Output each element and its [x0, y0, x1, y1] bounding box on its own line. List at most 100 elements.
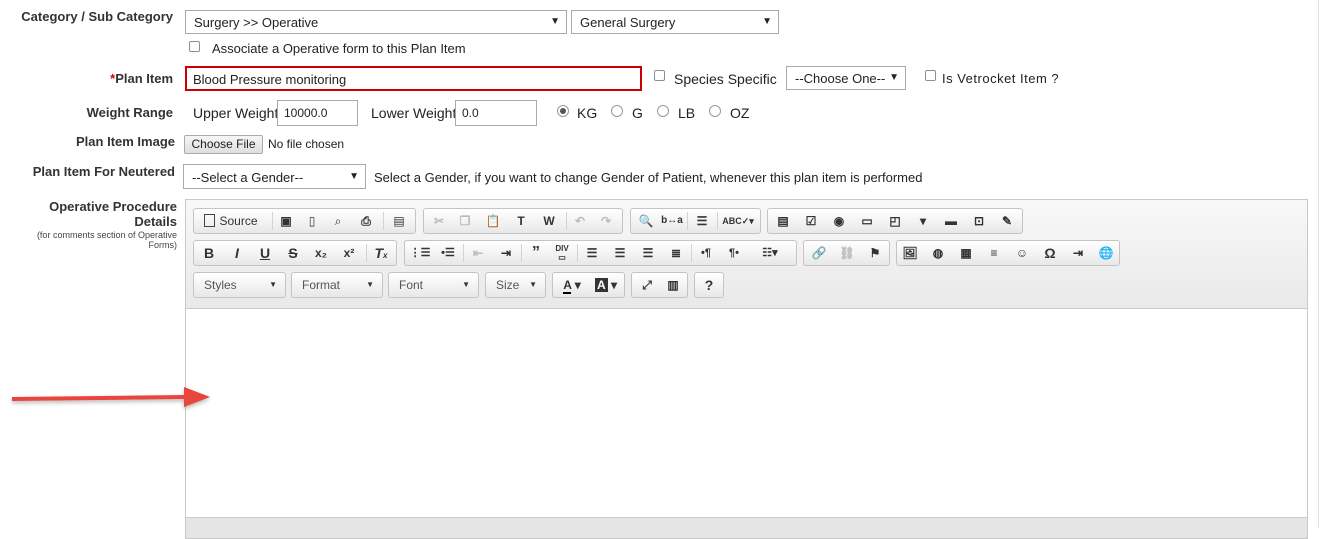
align-justify-icon[interactable]: ≣	[665, 244, 687, 262]
hidden-field-icon[interactable]: ✎	[996, 212, 1018, 230]
horizontal-line-icon[interactable]: ≡	[983, 244, 1005, 262]
vetrocket-label: Is Vetrocket Item ?	[942, 71, 1060, 86]
plan-item-input[interactable]: Blood Pressure monitoring	[185, 66, 642, 91]
replace-icon[interactable]: b↔a	[661, 212, 683, 230]
plan-item-image-label: Plan Item Image	[76, 134, 175, 149]
checkbox-icon[interactable]: ☑	[800, 212, 822, 230]
remove-format-icon[interactable]: Tx	[370, 244, 392, 262]
styles-dropdown[interactable]: Styles ▼	[193, 272, 286, 298]
ltr-icon[interactable]: •¶	[695, 244, 717, 262]
procedure-label-line2: Details	[134, 214, 177, 229]
italic-icon[interactable]: I	[226, 244, 248, 262]
toolbar-group-tools: ⤢ ▥	[631, 272, 688, 298]
button-field-icon[interactable]: ▬	[940, 212, 962, 230]
unlink-icon[interactable]: ⛓	[836, 244, 858, 262]
superscript-icon[interactable]: x²	[338, 244, 360, 262]
align-right-icon[interactable]: ☰	[637, 244, 659, 262]
language-icon[interactable]: ☷▾	[751, 244, 789, 262]
image-button-icon[interactable]: ⊡	[968, 212, 990, 230]
upper-weight-input[interactable]: 10000.0	[277, 100, 358, 126]
toolbar-separator	[463, 244, 464, 262]
red-arrow-annotation	[12, 387, 210, 407]
chevron-down-icon: ▼	[349, 171, 359, 182]
align-left-icon[interactable]: ☰	[581, 244, 603, 262]
format-dropdown[interactable]: Format ▼	[291, 272, 383, 298]
lower-weight-label: Lower Weight	[371, 105, 457, 121]
associate-checkbox[interactable]	[189, 41, 200, 52]
link-icon[interactable]: 🔗	[808, 244, 830, 262]
source-button[interactable]: Source	[196, 212, 266, 230]
unit-label-lb: LB	[678, 105, 696, 121]
templates-icon[interactable]: ▤	[388, 212, 410, 230]
paste-icon[interactable]: 📋	[482, 212, 504, 230]
choose-file-button[interactable]: Choose File	[184, 135, 263, 154]
underline-icon[interactable]: U	[254, 244, 276, 262]
find-icon[interactable]: 🔍	[635, 212, 657, 230]
species-specific-checkbox[interactable]	[654, 70, 665, 81]
bold-icon[interactable]: B	[198, 244, 220, 262]
align-center-icon[interactable]: ☰	[609, 244, 631, 262]
undo-icon[interactable]: ↶	[569, 212, 591, 230]
gender-select[interactable]: --Select a Gender-- ▼	[183, 164, 366, 189]
indent-icon[interactable]: ⇥	[495, 244, 517, 262]
paste-word-icon[interactable]: W	[538, 212, 560, 230]
editor-content-area[interactable]	[186, 309, 1307, 519]
table-icon[interactable]: ▦	[955, 244, 977, 262]
page-break-icon[interactable]: ⇥	[1067, 244, 1089, 262]
species-select-value: --Choose One--	[795, 71, 886, 86]
unit-radio-oz[interactable]	[709, 105, 721, 117]
print-icon[interactable]: ⎙	[355, 212, 377, 230]
background-color-icon[interactable]: A ▾	[591, 276, 621, 294]
size-dropdown[interactable]: Size ▼	[485, 272, 546, 298]
redo-icon[interactable]: ↷	[595, 212, 617, 230]
toolbar-group-about: ?	[694, 272, 724, 298]
toolbar-separator	[521, 244, 522, 262]
procedure-label: Operative Procedure Details	[10, 199, 177, 229]
help-icon[interactable]: ?	[698, 276, 720, 294]
chevron-down-icon: ▼	[550, 16, 560, 27]
blockquote-icon[interactable]: ”	[525, 244, 547, 262]
procedure-note: (for comments section of Operative Forms…	[36, 230, 177, 250]
show-blocks-icon[interactable]: ▥	[662, 276, 684, 294]
preview-icon[interactable]: ⌕	[327, 212, 349, 230]
numbered-list-icon[interactable]: ⋮☰	[409, 244, 431, 262]
subscript-icon[interactable]: x₂	[310, 244, 332, 262]
lower-weight-input[interactable]: 0.0	[455, 100, 537, 126]
chevron-down-icon: ▼	[269, 280, 277, 289]
text-color-icon[interactable]: A ▾	[557, 276, 587, 294]
iframe-globe-icon[interactable]: 🌐	[1095, 244, 1117, 262]
rtl-icon[interactable]: ¶•	[723, 244, 745, 262]
div-container-icon[interactable]: DIV ▭	[551, 244, 573, 262]
image-icon[interactable]: 🖼	[899, 244, 921, 262]
unit-radio-g[interactable]	[611, 105, 623, 117]
species-select[interactable]: --Choose One-- ▼	[786, 66, 906, 90]
form-icon[interactable]: ▤	[772, 212, 794, 230]
subcategory-select[interactable]: General Surgery ▼	[571, 10, 779, 34]
spellcheck-icon[interactable]: ABC✓▾	[720, 212, 756, 230]
textarea-icon[interactable]: ◰	[884, 212, 906, 230]
textfield-icon[interactable]: ▭	[856, 212, 878, 230]
select-all-icon[interactable]: ☰	[691, 212, 713, 230]
category-select[interactable]: Surgery >> Operative ▼	[185, 10, 567, 34]
strikethrough-icon[interactable]: S	[282, 244, 304, 262]
anchor-flag-icon[interactable]: ⚑	[864, 244, 886, 262]
radio-icon[interactable]: ◉	[828, 212, 850, 230]
paste-text-icon[interactable]: T	[510, 212, 532, 230]
vetrocket-checkbox[interactable]	[925, 70, 936, 81]
toolbar-separator	[566, 212, 567, 230]
select-field-icon[interactable]: ▾	[912, 212, 934, 230]
special-char-icon[interactable]: Ω	[1039, 244, 1061, 262]
cut-icon[interactable]: ✂	[428, 212, 450, 230]
unit-radio-kg[interactable]	[557, 105, 569, 117]
save-icon[interactable]: ▣	[275, 212, 297, 230]
flash-icon[interactable]: ◍	[927, 244, 949, 262]
new-page-icon[interactable]: ▯	[301, 212, 323, 230]
outdent-icon[interactable]: ⇤	[467, 244, 489, 262]
toolbar-group-paragraph: ⋮☰ •☰ ⇤ ⇥ ” DIV ▭ ☰ ☰ ☰ ≣ •¶ ¶• ☷▾	[404, 240, 797, 266]
bulleted-list-icon[interactable]: •☰	[437, 244, 459, 262]
font-dropdown[interactable]: Font ▼	[388, 272, 479, 298]
maximize-icon[interactable]: ⤢	[636, 276, 658, 294]
unit-radio-lb[interactable]	[657, 105, 669, 117]
smiley-icon[interactable]: ☺	[1011, 244, 1033, 262]
copy-icon[interactable]: ❐	[454, 212, 476, 230]
